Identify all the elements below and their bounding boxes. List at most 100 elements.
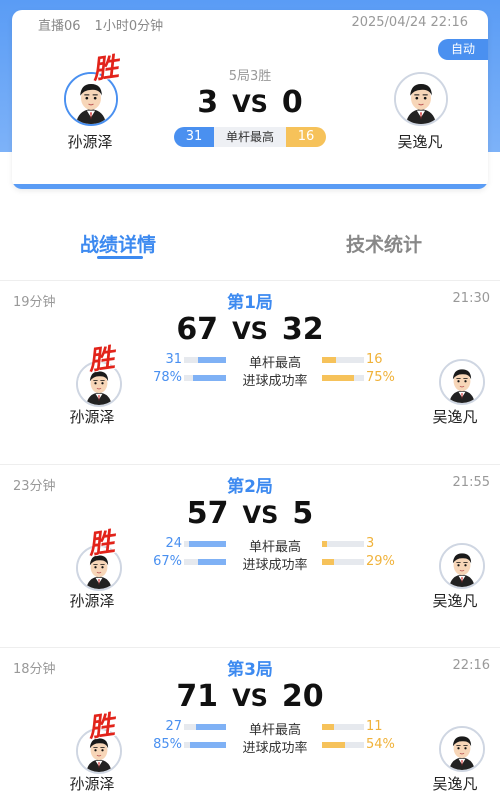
- player-right-avatar[interactable]: [439, 726, 485, 772]
- frame-score: 67 VS 32: [0, 312, 500, 347]
- stat-right-value: 11: [366, 719, 383, 734]
- player-avatar-icon: [441, 728, 483, 770]
- stat-right-bar: [322, 724, 335, 730]
- stat-left-bar: [197, 559, 226, 565]
- stat-label: 单杆最高: [248, 356, 301, 371]
- match-summary-card: 直播06 1小时0分钟 2025/04/24 22:16 自动 胜 孙源泽 吴逸凡…: [12, 10, 488, 189]
- frame-score-left: 67: [176, 312, 219, 347]
- stat-left-bar-track: [184, 541, 226, 547]
- high-break-left: 31: [174, 127, 214, 147]
- stat-row: 27 单杆最高 11: [150, 719, 382, 738]
- duration-label: 1小时0分钟: [94, 19, 164, 34]
- player-left-name: 孙源泽: [69, 408, 115, 426]
- stat-left-bar-track: [184, 724, 226, 730]
- stat-right-bar: [322, 375, 354, 381]
- player-right-name: 吴逸凡: [432, 775, 478, 793]
- stat-right-bar: [322, 742, 345, 748]
- player-left-name: 孙源泽: [67, 133, 113, 151]
- vs-label: VS: [232, 684, 268, 712]
- stat-left-value: 24: [165, 536, 182, 551]
- vs-label: VS: [232, 90, 268, 118]
- stat-left-value: 31: [165, 352, 182, 367]
- frame-score: 57 VS 5: [0, 496, 500, 531]
- frame-title: 第2局: [227, 477, 273, 497]
- stat-row: 24 单杆最高 3: [150, 536, 374, 555]
- stat-label: 进球成功率: [242, 741, 308, 756]
- stat-row: 31 单杆最高 16: [150, 352, 382, 371]
- room-label: 直播06: [38, 19, 81, 34]
- frame-card[interactable]: 18分钟 22:16 第3局 71 VS 20 胜孙源泽 吴逸凡 27 单杆最高 11 85% 进球成功…: [0, 648, 500, 796]
- win-mark: 胜: [86, 710, 117, 744]
- stat-right-bar: [322, 541, 327, 547]
- stat-left-bar: [193, 375, 226, 381]
- match-format: 5局3胜: [228, 69, 272, 84]
- player-right-avatar[interactable]: [439, 359, 485, 405]
- stat-left-bar: [190, 742, 226, 748]
- player-right-avatar[interactable]: [439, 543, 485, 589]
- frame-score-right: 32: [281, 312, 324, 347]
- match-score: 3 VS 0: [12, 85, 488, 120]
- stat-right-value: 3: [366, 536, 375, 551]
- stat-right-bar-track: [322, 541, 364, 547]
- frame-score-right: 5: [292, 496, 314, 531]
- stat-right-bar-track: [322, 357, 364, 363]
- stat-row: 67% 进球成功率 29%: [150, 554, 395, 573]
- active-tab-indicator: [97, 256, 143, 259]
- high-break-right: 16: [286, 127, 326, 147]
- high-break-comparison: 31 单杆最高 16: [174, 127, 326, 147]
- player-avatar-icon: [441, 361, 483, 403]
- stat-left-bar: [196, 724, 226, 730]
- vs-label: VS: [242, 501, 279, 529]
- stat-left-value: 85%: [153, 737, 182, 752]
- frame-score-right: 20: [281, 679, 324, 714]
- tab-bar: 战绩详情 技术统计: [0, 222, 500, 266]
- stat-right-bar-track: [322, 559, 364, 565]
- auto-badge[interactable]: 自动: [438, 39, 488, 60]
- stat-left-bar-track: [184, 742, 226, 748]
- stat-left-bar: [198, 357, 226, 363]
- tab-technical-stats[interactable]: 技术统计: [314, 230, 454, 257]
- stat-label: 进球成功率: [242, 558, 308, 573]
- stat-right-value: 54%: [366, 737, 395, 752]
- match-datetime: 2025/04/24 22:16: [351, 15, 468, 30]
- frame-score-left: 71: [176, 679, 219, 714]
- stat-right-value: 16: [366, 352, 383, 367]
- win-mark: 胜: [86, 343, 117, 377]
- stat-left-bar-track: [184, 375, 226, 381]
- frame-title: 第3局: [227, 660, 273, 680]
- stat-left-value: 27: [165, 719, 182, 734]
- stat-label: 单杆最高: [248, 540, 301, 555]
- player-left-name: 孙源泽: [69, 775, 115, 793]
- stat-right-value: 29%: [366, 554, 395, 569]
- frame-score-left: 57: [186, 496, 229, 531]
- stat-right-bar: [322, 357, 337, 363]
- frame-card[interactable]: 23分钟 21:55 第2局 57 VS 5 胜孙源泽 吴逸凡 24 单杆最高 3 67% 进球成功率 2…: [0, 465, 500, 650]
- stat-left-bar-track: [184, 357, 226, 363]
- player-right-name: 吴逸凡: [432, 592, 478, 610]
- player-left-name: 孙源泽: [69, 592, 115, 610]
- stat-label: 单杆最高: [248, 723, 301, 738]
- frame-score: 71 VS 20: [0, 679, 500, 714]
- frame-title: 第1局: [227, 293, 273, 313]
- stat-right-bar-track: [322, 724, 364, 730]
- stat-left-value: 78%: [153, 370, 182, 385]
- score-left: 3: [197, 85, 219, 120]
- stat-left-bar: [188, 541, 226, 547]
- score-right: 0: [281, 85, 303, 120]
- stat-label: 进球成功率: [242, 374, 308, 389]
- player-right-name: 吴逸凡: [397, 133, 443, 151]
- high-break-label: 单杆最高: [214, 127, 286, 147]
- stat-right-bar-track: [322, 375, 364, 381]
- stat-right-bar-track: [322, 742, 364, 748]
- stat-row: 78% 进球成功率 75%: [150, 370, 395, 389]
- tab-record-details[interactable]: 战绩详情: [48, 230, 188, 257]
- card-bottom-bar: [12, 184, 488, 189]
- stat-right-value: 75%: [366, 370, 395, 385]
- win-mark: 胜: [86, 527, 117, 561]
- stat-row: 85% 进球成功率 54%: [150, 737, 395, 756]
- stat-left-bar-track: [184, 559, 226, 565]
- match-meta: 直播06 1小时0分钟: [38, 15, 163, 34]
- frame-card[interactable]: 19分钟 21:30 第1局 67 VS 32 胜孙源泽 吴逸凡 31 单杆最高 16 78% 进球成功…: [0, 281, 500, 466]
- stat-left-value: 67%: [153, 554, 182, 569]
- stat-right-bar: [322, 559, 335, 565]
